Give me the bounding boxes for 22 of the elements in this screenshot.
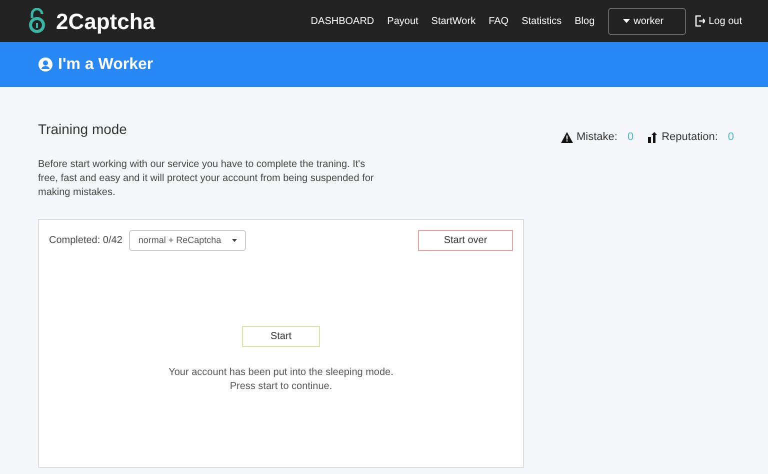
user-menu-button[interactable]: worker [608, 8, 686, 34]
brand-name[interactable]: 2Captcha [56, 4, 156, 38]
start-button[interactable]: Start [242, 326, 320, 347]
stat-label: Mistake: [576, 130, 618, 145]
banner-title: I'm a Worker [58, 54, 154, 74]
start-over-button[interactable]: Start over [418, 230, 513, 251]
page-title: Training mode [38, 120, 128, 139]
nav-link[interactable]: FAQ [488, 14, 509, 28]
mode-select[interactable]: normal + ReCaptcha [129, 230, 246, 251]
nav-link[interactable]: Statistics [522, 14, 562, 28]
stat-label: Reputation: [662, 130, 718, 145]
status-message: Your account has been put into the sleeping mode. [168, 366, 394, 380]
nav-link[interactable]: Payout [387, 14, 418, 28]
stat-value: 0 [728, 130, 734, 145]
nav-link[interactable]: Blog [574, 14, 595, 28]
nav-link[interactable]: DASHBOARD [310, 14, 374, 28]
stat-value: 0 [627, 130, 634, 145]
logout-link[interactable]: Log out [694, 14, 742, 28]
intro-text: Before start working with our service you have to complete the traning. It's free, fast and easy and it will protect your account from being suspended for making mistakes. [38, 158, 375, 200]
nav-link[interactable]: StartWork [431, 14, 476, 28]
status-message: Press start to continue. [230, 380, 332, 394]
completed-count: Completed: 0/42 [49, 234, 122, 248]
